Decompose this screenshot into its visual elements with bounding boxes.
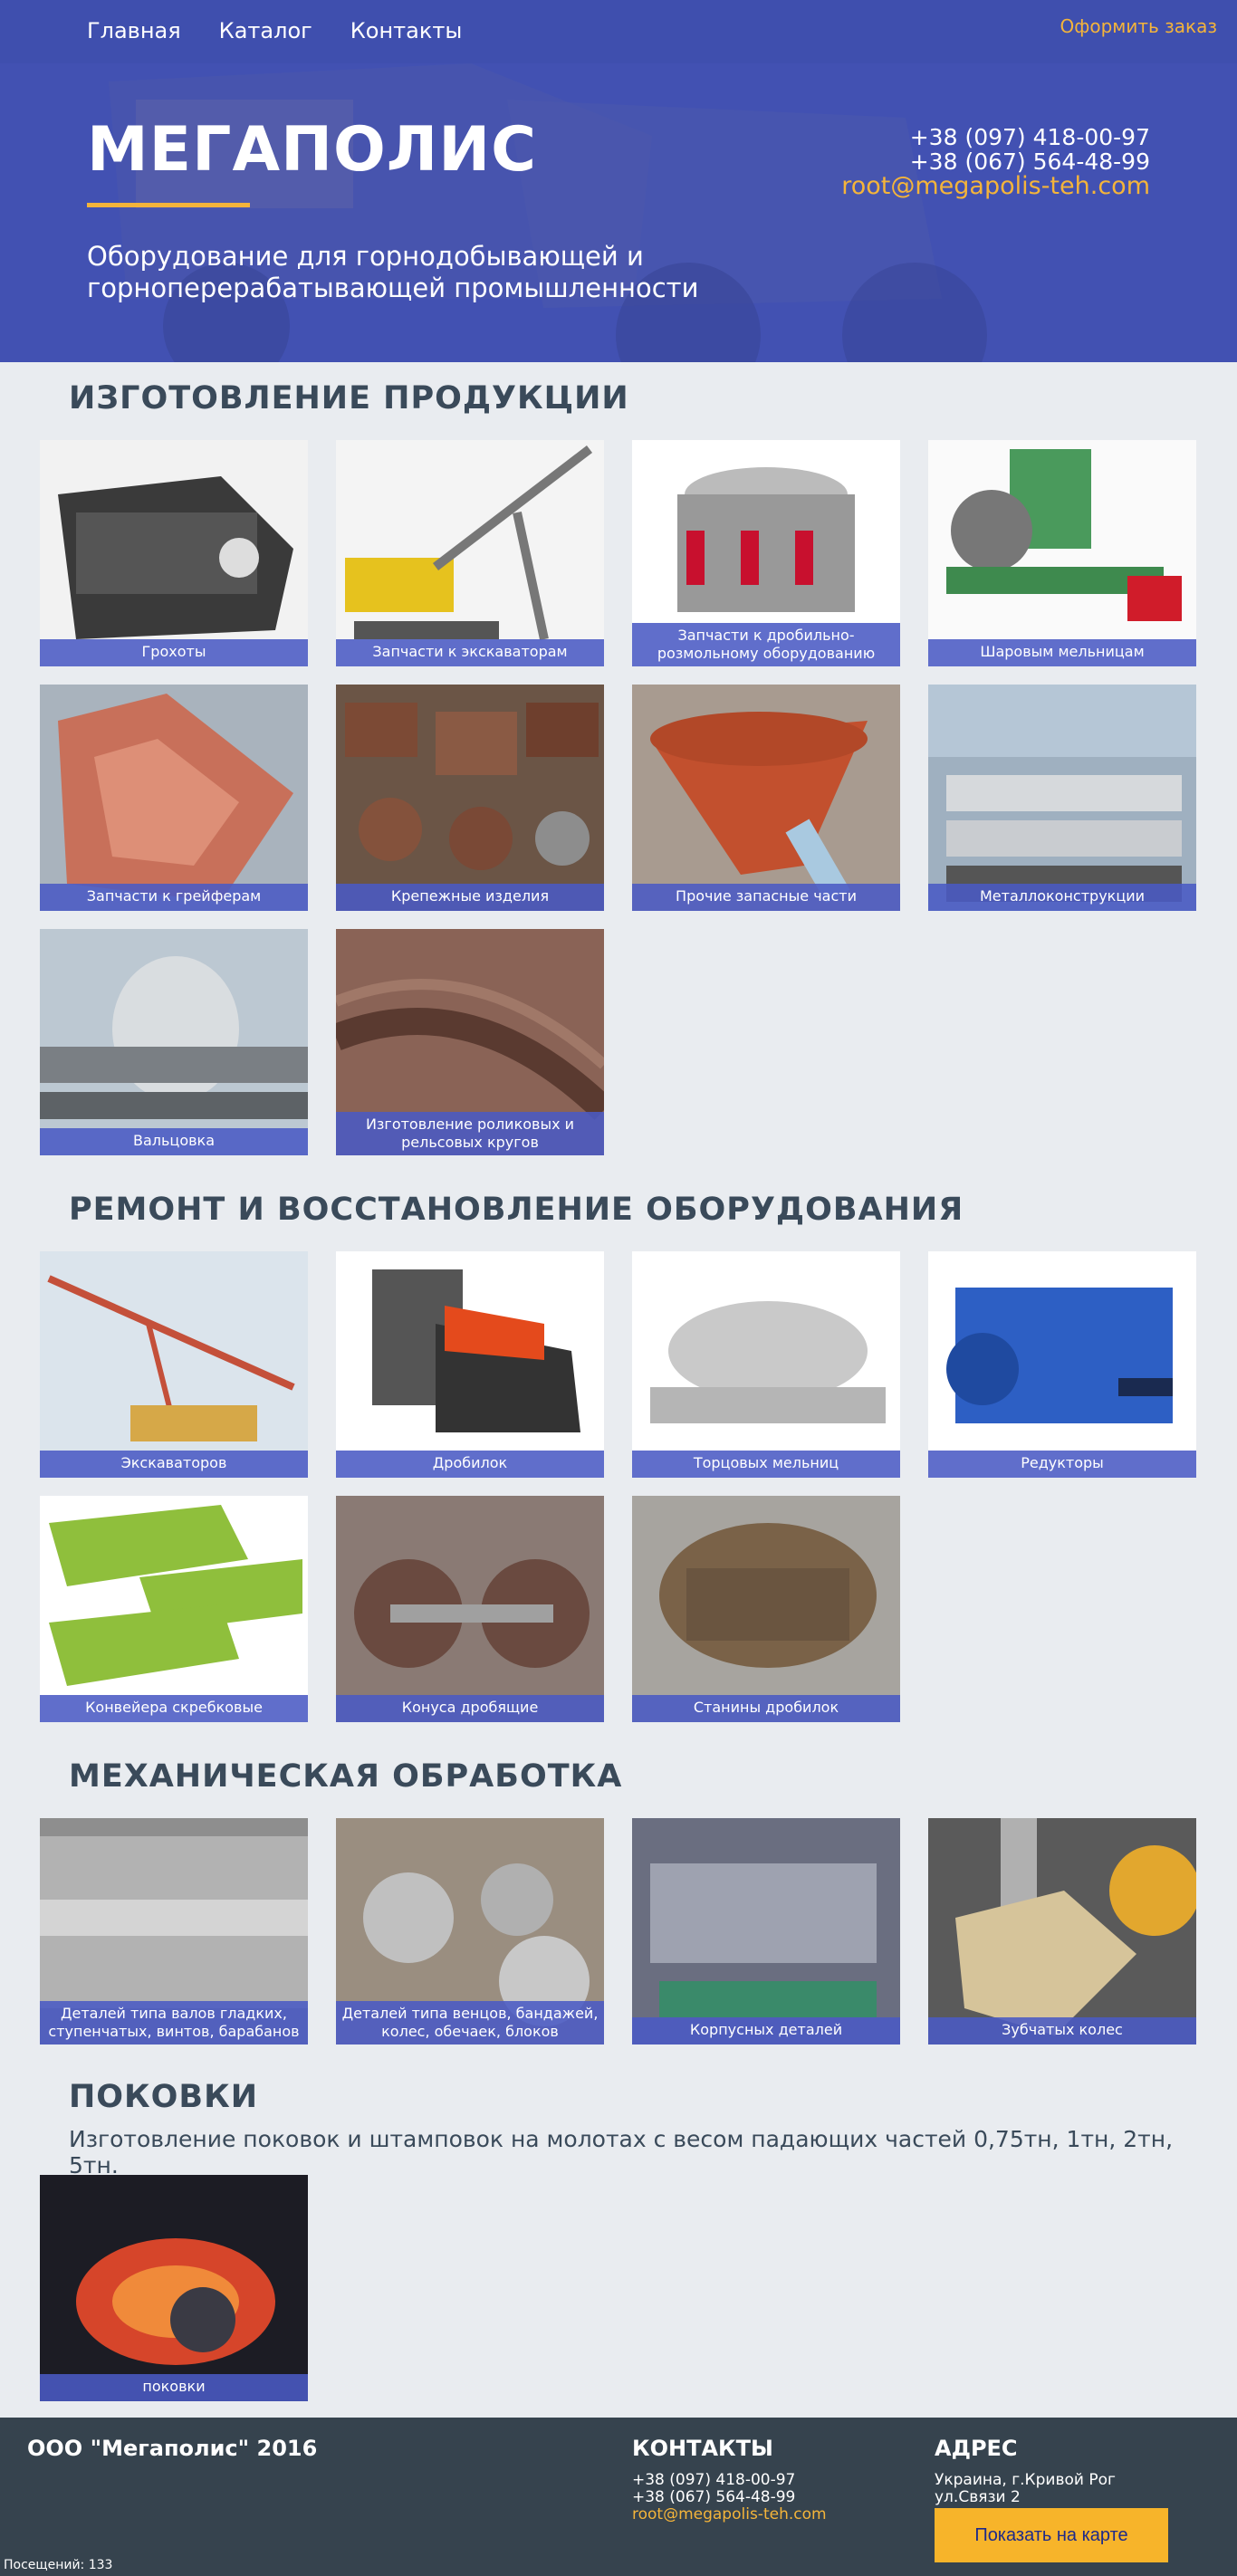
- forging-description: Изготовление поковок и штамповок на моло…: [69, 2126, 1174, 2179]
- repair-card[interactable]: Станины дробилок: [632, 1496, 900, 1722]
- machining-card[interactable]: Деталей типа валов гладких, ступенчатых,…: [40, 1818, 308, 2045]
- excavator-parts-image: [336, 440, 604, 666]
- fasteners-image: [336, 685, 604, 911]
- nav-link-home[interactable]: Главная: [87, 18, 181, 43]
- repair-label: Торцовых мельниц: [632, 1451, 900, 1478]
- repair-label: Дробилок: [336, 1451, 604, 1478]
- product-card[interactable]: Металлоконструкции: [928, 685, 1196, 911]
- screens-image: [40, 440, 308, 666]
- repair-label: Конуса дробящие: [336, 1695, 604, 1722]
- end-mill-image: [632, 1251, 900, 1478]
- forging-label: поковки: [40, 2374, 308, 2401]
- brand-logo-text: МЕГАПОЛИС: [87, 114, 538, 186]
- repair-label: Экскаваторов: [40, 1451, 308, 1478]
- order-link[interactable]: Оформить заказ: [1060, 15, 1217, 37]
- product-card[interactable]: Вальцовка: [40, 929, 308, 1155]
- machining-label: Деталей типа валов гладких, ступенчатых,…: [40, 2001, 308, 2045]
- footer-phone-1[interactable]: +38 (097) 418-00-97: [632, 2472, 795, 2489]
- ball-mill-image: [928, 440, 1196, 666]
- nav-links: Главная Каталог Контакты: [87, 18, 462, 43]
- product-card[interactable]: Шаровым мельницам: [928, 440, 1196, 666]
- metal-structures-image: [928, 685, 1196, 911]
- machining-card[interactable]: Корпусных деталей: [632, 1818, 900, 2045]
- repair-card[interactable]: Дробилок: [336, 1251, 604, 1478]
- machining-card[interactable]: Деталей типа венцов, бандажей, колес, об…: [336, 1818, 604, 2045]
- product-card[interactable]: Запчасти к экскаваторам: [336, 440, 604, 666]
- crushing-cone-image: [336, 1496, 604, 1722]
- gears-image: [928, 1818, 1196, 2045]
- product-card[interactable]: Крепежные изделия: [336, 685, 604, 911]
- footer: ООО "Мегаполис" 2016 КОНТАКТЫ +38 (097) …: [0, 2418, 1237, 2576]
- footer-contacts-title: КОНТАКТЫ: [632, 2436, 773, 2461]
- crusher-repair-image: [336, 1251, 604, 1478]
- top-navbar: Главная Каталог Контакты Оформить заказ: [0, 0, 1237, 63]
- footer-address-line-1: Украина, г.Кривой Рог: [935, 2471, 1116, 2489]
- spare-parts-cone-image: [632, 685, 900, 911]
- repair-label: Станины дробилок: [632, 1695, 900, 1722]
- excavator-repair-image: [40, 1251, 308, 1478]
- footer-copyright: ООО "Мегаполис" 2016: [27, 2436, 318, 2461]
- repair-card[interactable]: Торцовых мельниц: [632, 1251, 900, 1478]
- body-parts-image: [632, 1818, 900, 2045]
- product-label: Запчасти к грейферам: [40, 884, 308, 911]
- main-content: ИЗГОТОВЛЕНИЕ ПРОДУКЦИИ Грохоты Запчасти …: [14, 362, 1223, 2418]
- product-label: Шаровым мельницам: [928, 639, 1196, 666]
- product-card[interactable]: Запчасти к дробильно-розмольному оборудо…: [632, 440, 900, 666]
- product-card[interactable]: Грохоты: [40, 440, 308, 666]
- hero-banner: МЕГАПОЛИС Оборудование для горнодобывающ…: [0, 63, 1237, 362]
- show-map-button[interactable]: Показать на карте: [935, 2508, 1168, 2562]
- brand-underline: [87, 203, 250, 207]
- product-card[interactable]: Изготовление роликовых и рельсовых круго…: [336, 929, 604, 1155]
- hero-contacts: +38 (097) 418-00-97 +38 (067) 564-48-99 …: [841, 125, 1150, 198]
- product-label: Вальцовка: [40, 1128, 308, 1155]
- repair-card[interactable]: Конвейера скребковые: [40, 1496, 308, 1722]
- section-title-production: ИЗГОТОВЛЕНИЕ ПРОДУКЦИИ: [69, 380, 629, 417]
- hero-phone-2[interactable]: +38 (067) 564-48-99: [841, 149, 1150, 174]
- product-label: Прочие запасные части: [632, 884, 900, 911]
- footer-address-title: АДРЕС: [935, 2436, 1018, 2461]
- product-label: Запчасти к экскаваторам: [336, 639, 604, 666]
- repair-label: Конвейера скребковые: [40, 1695, 308, 1722]
- product-card[interactable]: Прочие запасные части: [632, 685, 900, 911]
- crusher-frame-image: [632, 1496, 900, 1722]
- product-label: Изготовление роликовых и рельсовых круго…: [336, 1112, 604, 1155]
- hero-email[interactable]: root@megapolis-teh.com: [841, 174, 1150, 198]
- machining-label: Зубчатых колес: [928, 2017, 1196, 2045]
- product-label: Металлоконструкции: [928, 884, 1196, 911]
- section-title-forging: ПОКОВКИ: [69, 2079, 258, 2115]
- repair-label: Редукторы: [928, 1451, 1196, 1478]
- hero-phone-1[interactable]: +38 (097) 418-00-97: [841, 125, 1150, 149]
- footer-address-line-2: ул.Связи 2: [935, 2488, 1021, 2506]
- hero-background-truck-image: [0, 63, 1237, 362]
- machining-card[interactable]: Зубчатых колес: [928, 1818, 1196, 2045]
- repair-card[interactable]: Конуса дробящие: [336, 1496, 604, 1722]
- gearbox-image: [928, 1251, 1196, 1478]
- forging-image: [40, 2175, 308, 2401]
- section-title-machining: МЕХАНИЧЕСКАЯ ОБРАБОТКА: [69, 1758, 623, 1795]
- repair-card[interactable]: Экскаваторов: [40, 1251, 308, 1478]
- machining-label: Корпусных деталей: [632, 2017, 900, 2045]
- footer-email[interactable]: root@megapolis-teh.com: [632, 2506, 827, 2523]
- scraper-conveyor-image: [40, 1496, 308, 1722]
- nav-link-catalog[interactable]: Каталог: [219, 18, 312, 43]
- product-label: Грохоты: [40, 639, 308, 666]
- product-label: Крепежные изделия: [336, 884, 604, 911]
- footer-phone-2[interactable]: +38 (067) 564-48-99: [632, 2489, 795, 2506]
- product-card[interactable]: Запчасти к грейферам: [40, 685, 308, 911]
- rolling-image: [40, 929, 308, 1155]
- visits-counter: Посещений: 133: [4, 2558, 113, 2572]
- hero-tagline: Оборудование для горнодобывающей и горно…: [87, 241, 699, 303]
- forging-card[interactable]: поковки: [40, 2175, 308, 2401]
- section-title-repair: РЕМОНТ И ВОССТАНОВЛЕНИЕ ОБОРУДОВАНИЯ: [69, 1192, 964, 1228]
- repair-card[interactable]: Редукторы: [928, 1251, 1196, 1478]
- product-label: Запчасти к дробильно-розмольному оборудо…: [632, 623, 900, 666]
- nav-link-contacts[interactable]: Контакты: [350, 18, 463, 43]
- machining-label: Деталей типа венцов, бандажей, колес, об…: [336, 2001, 604, 2045]
- grab-parts-image: [40, 685, 308, 911]
